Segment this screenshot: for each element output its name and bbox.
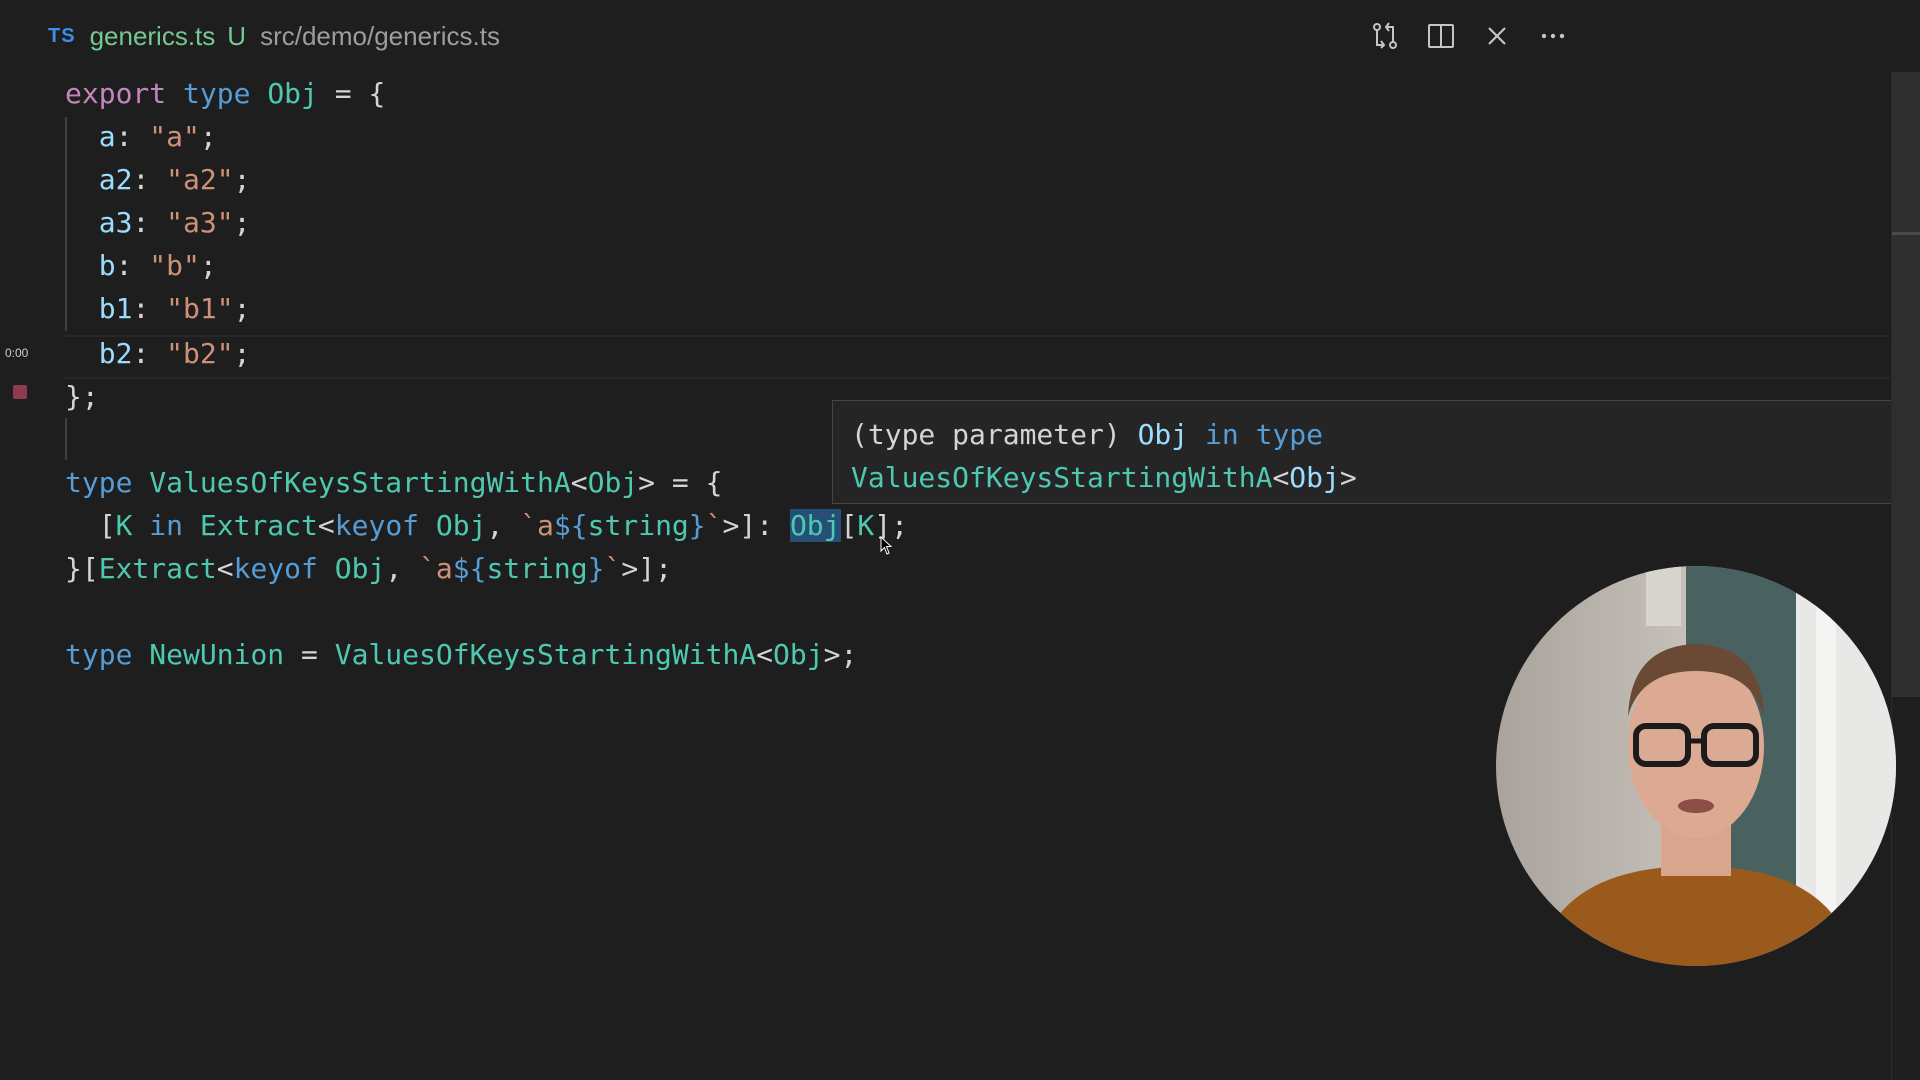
- webcam-video-overlay: [1496, 566, 1896, 966]
- current-line-highlight: [64, 335, 1890, 379]
- code-line-11: [K in Extract<keyof Obj, `a${string}`>]:…: [98, 509, 908, 542]
- breadcrumb-path: src/demo/generics.ts: [260, 20, 500, 51]
- code-line-6: b1: "b1";: [98, 292, 251, 325]
- code-line-4: a3: "a3";: [98, 206, 251, 239]
- code-line-10: type ValuesOfKeysStartingWithA<Obj> = {: [65, 466, 723, 499]
- code-line-8: };: [65, 380, 99, 413]
- hover-signature-line-1: (type parameter) Obj in type: [851, 418, 1324, 451]
- mouse-cursor-icon: [880, 535, 894, 556]
- editor-actions: [1370, 16, 1568, 56]
- code-line-2: a: "a";: [98, 120, 217, 153]
- editor-window: TS generics.ts U src/demo/generics.ts 0:…: [0, 0, 1920, 1080]
- more-actions-icon[interactable]: [1538, 21, 1568, 51]
- close-icon[interactable]: [1482, 21, 1512, 51]
- scrollbar-thumb[interactable]: [1892, 72, 1920, 697]
- editor-tab-bar: TS generics.ts U src/demo/generics.ts: [0, 0, 1920, 72]
- vertical-scrollbar[interactable]: [1891, 72, 1920, 1080]
- hover-tooltip: (type parameter) Obj in type ValuesOfKey…: [832, 400, 1918, 504]
- scrollbar-marker: [1892, 232, 1920, 235]
- code-line-7: b2: "b2";: [98, 337, 251, 370]
- presenter-video-frame: [1496, 566, 1896, 966]
- tab-filename: generics.ts: [89, 20, 216, 51]
- code-line-14: type NewUnion = ValuesOfKeysStartingWith…: [65, 638, 858, 671]
- typescript-file-icon: TS: [48, 24, 76, 47]
- editor-tab[interactable]: TS generics.ts U src/demo/generics.ts: [48, 16, 500, 56]
- code-line-1: export type Obj = {: [65, 77, 386, 110]
- git-status-badge: U: [227, 20, 247, 51]
- split-editor-icon[interactable]: [1426, 21, 1456, 51]
- hover-signature-line-2: ValuesOfKeysStartingWithA<Obj>: [851, 461, 1357, 494]
- code-line-12: }[Extract<keyof Obj, `a${string}`>];: [65, 552, 672, 585]
- code-line-5: b: "b";: [98, 249, 217, 282]
- indent-guide: [65, 418, 67, 460]
- hovered-symbol[interactable]: Obj: [789, 509, 841, 542]
- code-line-3: a2: "a2";: [98, 163, 251, 196]
- open-changes-icon[interactable]: [1370, 21, 1400, 51]
